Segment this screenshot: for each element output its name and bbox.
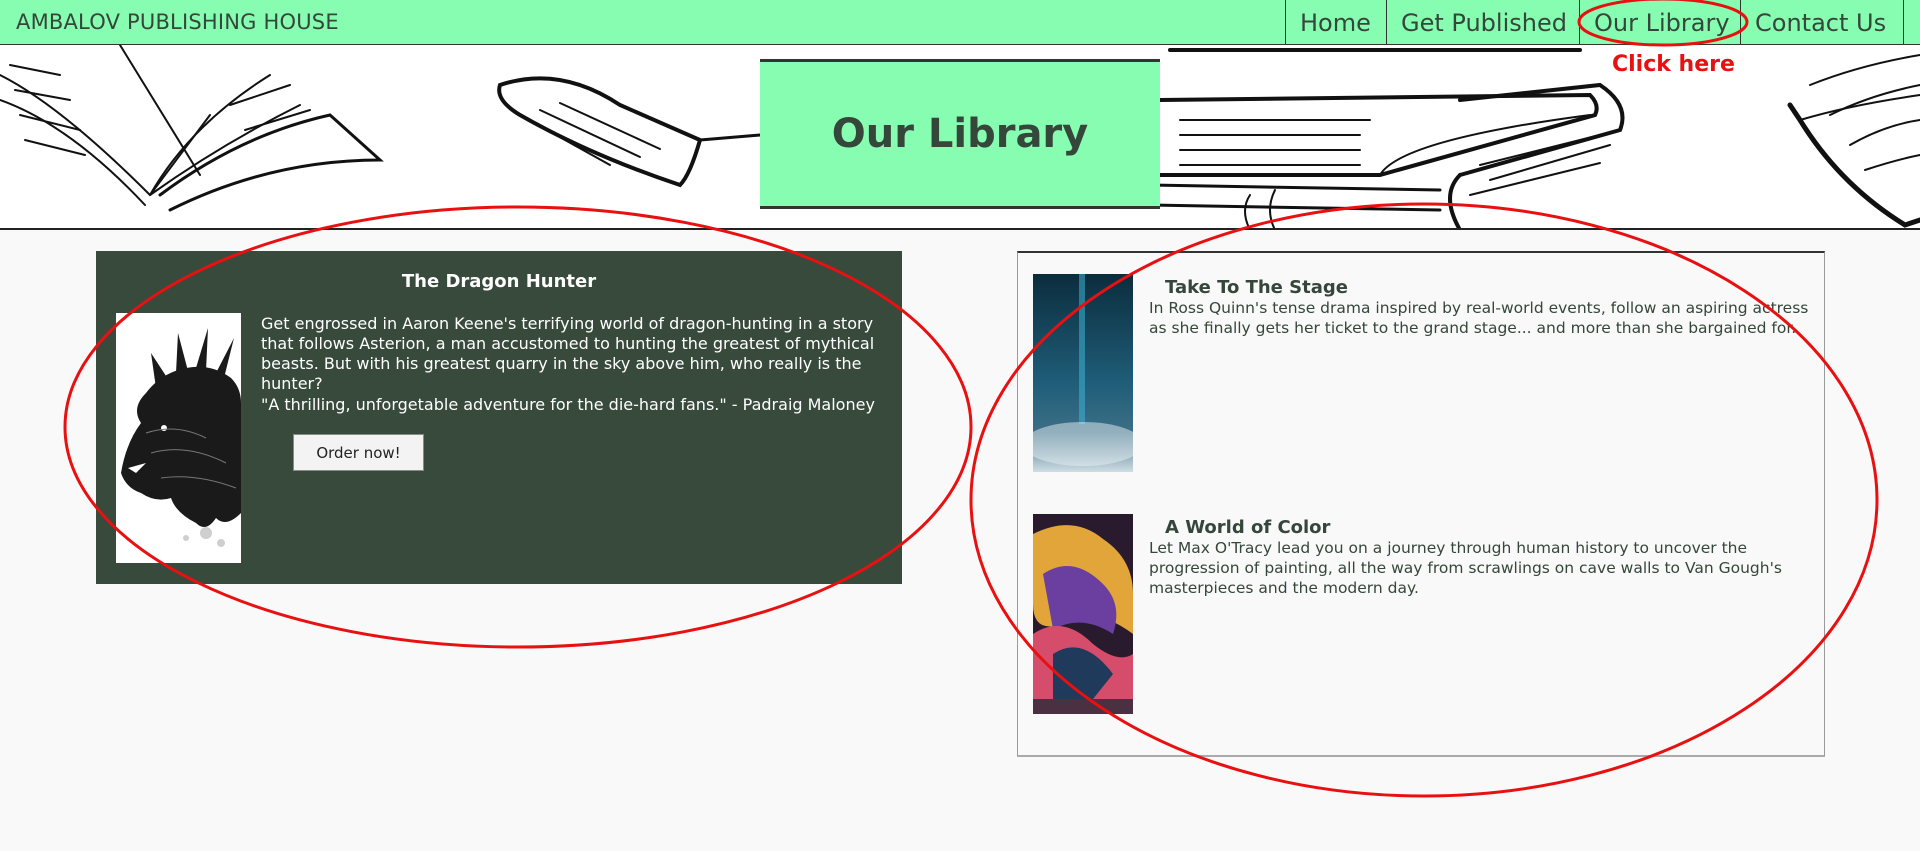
stage-cover-image [1033, 274, 1133, 472]
hero-banner: Our Library [0, 45, 1920, 230]
book-title[interactable]: Take To The Stage [1165, 277, 1348, 298]
book-title[interactable]: A World of Color [1165, 517, 1330, 538]
top-navbar: AMBALOV PUBLISHING HOUSE Home Get Publis… [0, 0, 1920, 45]
nav-contact-us[interactable]: Contact Us [1740, 0, 1904, 45]
book-description: Let Max O'Tracy lead you on a journey th… [1149, 539, 1782, 597]
brand-name[interactable]: AMBALOV PUBLISHING HOUSE [16, 10, 339, 34]
hero-title-box: Our Library [760, 59, 1160, 209]
featured-book-quote: "A thrilling, unforgetable adventure for… [261, 395, 875, 414]
color-cover-image [1033, 514, 1133, 714]
nav-home[interactable]: Home [1285, 0, 1386, 45]
nav-our-library[interactable]: Our Library [1579, 0, 1740, 45]
dragon-image [116, 313, 241, 563]
order-now-button[interactable]: Order now! [293, 434, 424, 471]
featured-book-card: The Dragon Hunter Get engrossed in Aaron… [96, 251, 902, 584]
book-description: In Ross Quinn's tense drama inspired by … [1149, 299, 1809, 337]
book-list: Take To The Stage In Ross Quinn's tense … [1017, 251, 1825, 757]
featured-book-cover [116, 313, 241, 563]
book-cover-take-to-the-stage[interactable] [1033, 274, 1133, 472]
featured-book-description: Get engrossed in Aaron Keene's terrifyin… [261, 314, 875, 393]
book-cover-a-world-of-color[interactable] [1033, 514, 1133, 714]
nav-get-published[interactable]: Get Published [1386, 0, 1579, 45]
page-title: Our Library [831, 111, 1089, 157]
featured-book-title: The Dragon Hunter [401, 271, 597, 292]
nav-links: Home Get Published Our Library Contact U… [1285, 0, 1904, 45]
